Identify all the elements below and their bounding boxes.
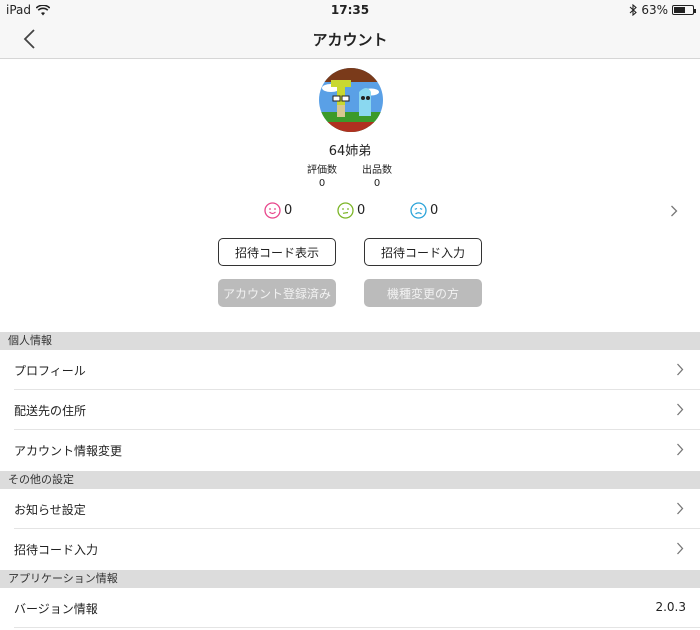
neutral-face-icon — [337, 202, 354, 219]
rating-good: 0 — [264, 202, 292, 219]
page-title: アカウント — [312, 31, 388, 49]
menu-item-notification-settings[interactable]: お知らせ設定 — [0, 489, 700, 529]
chevron-right-icon — [677, 363, 684, 376]
section-header-personal: 個人情報 — [0, 332, 700, 350]
menu-item-label: お知らせ設定 — [14, 503, 86, 517]
smile-face-icon — [264, 202, 281, 219]
version-value: 2.0.3 — [655, 600, 686, 614]
battery-icon — [672, 5, 696, 15]
listing-count: 出品数 0 — [347, 164, 407, 190]
avatar[interactable] — [319, 68, 383, 132]
sad-face-icon — [410, 202, 427, 219]
chevron-right-icon — [677, 542, 684, 555]
username: 64姉弟 — [328, 144, 372, 159]
menu-item-profile[interactable]: プロフィール — [0, 350, 700, 390]
menu-item-shipping-address[interactable]: 配送先の住所 — [0, 390, 700, 430]
section-header-other-settings: その他の設定 — [0, 471, 700, 489]
listing-count-value: 0 — [373, 178, 381, 189]
bluetooth-icon — [629, 4, 638, 16]
chevron-right-icon — [677, 443, 684, 456]
clock: 17:35 — [330, 3, 370, 17]
rating-bad: 0 — [410, 202, 438, 219]
rating-bad-count: 0 — [430, 203, 439, 218]
review-count-value: 0 — [318, 178, 326, 189]
divider — [14, 627, 700, 628]
menu-item-label: バージョン情報 — [14, 602, 98, 616]
status-bar: iPad 17:35 63% — [0, 0, 700, 20]
enter-invite-code-button[interactable]: 招待コード入力 — [364, 238, 482, 266]
listing-count-label: 出品数 — [362, 165, 392, 176]
section-header-app-info: アプリケーション情報 — [0, 570, 700, 588]
menu-item-version: バージョン情報 2.0.3 — [0, 588, 700, 628]
rating-neutral-count: 0 — [357, 203, 366, 218]
rating-good-count: 0 — [284, 203, 293, 218]
menu-item-label: アカウント情報変更 — [14, 444, 123, 458]
menu-item-enter-invite-code[interactable]: 招待コード入力 — [0, 529, 700, 569]
review-count-label: 評価数 — [307, 165, 337, 176]
chevron-right-icon — [671, 205, 678, 217]
review-count: 評価数 0 — [292, 164, 352, 190]
menu-item-account-info[interactable]: アカウント情報変更 — [0, 430, 700, 470]
menu-item-label: 配送先の住所 — [14, 404, 87, 418]
profile-section: 64姉弟 評価数 0 出品数 0 0 0 0 招待コード表示 招待コード入力 ア… — [0, 60, 700, 332]
battery-percent: 63% — [641, 3, 668, 17]
menu-item-label: プロフィール — [14, 364, 86, 378]
navigation-bar: アカウント — [0, 20, 700, 59]
menu-item-label: 招待コード入力 — [14, 543, 99, 557]
account-registered-button[interactable]: アカウント登録済み — [218, 279, 336, 307]
chevron-right-icon — [677, 502, 684, 515]
device-change-button[interactable]: 機種変更の方 — [364, 279, 482, 307]
ratings-row[interactable]: 0 0 0 — [0, 202, 700, 222]
show-invite-code-button[interactable]: 招待コード表示 — [218, 238, 336, 266]
rating-neutral: 0 — [337, 202, 365, 219]
chevron-right-icon — [677, 403, 684, 416]
